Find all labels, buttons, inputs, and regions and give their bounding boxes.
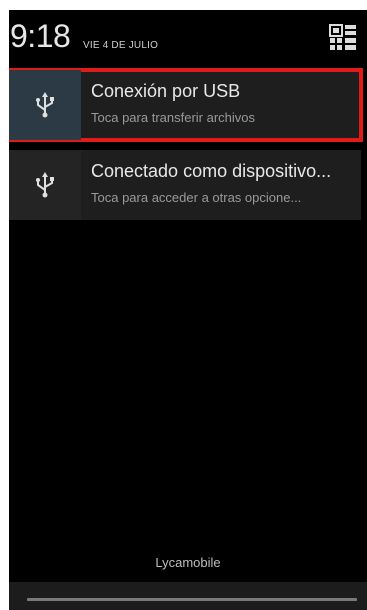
clock: 9:18 [10,18,71,54]
status-header: 9:18 VIE 4 DE JULIO [9,10,367,64]
quick-settings-button[interactable] [329,24,357,50]
notification-shade: 9:18 VIE 4 DE JULIO Conexión por USB Toc… [9,10,367,610]
notification-title: Conexión por USB [91,81,241,101]
date-label: VIE 4 DE JULIO [83,40,159,51]
notification-usb-connection[interactable]: Conexión por USB Toca para transferir ar… [9,68,363,142]
notification-icon-box [9,150,81,220]
notification-icon-box [9,70,81,140]
shade-bottom-bar[interactable] [9,582,367,610]
usb-icon [36,172,54,198]
usb-icon [36,92,54,118]
notification-title: Conectado como dispositivo... [91,161,332,181]
notification-subtitle: Toca para acceder a otras opcione... [91,190,302,205]
notification-connected-as-device[interactable]: Conectado como dispositivo... Toca para … [9,150,361,220]
drag-handle[interactable] [27,598,357,601]
quick-settings-icon [329,24,356,50]
carrier-label: Lycamobile [155,555,221,570]
notification-subtitle: Toca para transferir archivos [91,110,256,125]
